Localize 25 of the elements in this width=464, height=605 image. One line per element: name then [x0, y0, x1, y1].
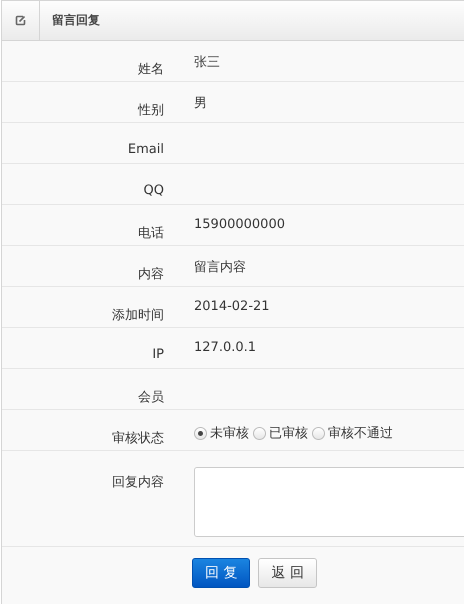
- field-label: 审核状态: [112, 431, 164, 446]
- radio-option[interactable]: 审核不通过: [312, 424, 393, 442]
- field-value: 2014-02-21: [194, 299, 270, 314]
- back-button[interactable]: 返 回: [258, 558, 317, 588]
- radio-option[interactable]: 已审核: [253, 424, 308, 442]
- field-label: 性别: [138, 103, 164, 118]
- field-label: 会员: [138, 390, 164, 405]
- reply-field[interactable]: [194, 467, 464, 537]
- field-label: IP: [152, 347, 164, 362]
- field-label: 内容: [138, 267, 164, 282]
- field-label: 添加时间: [112, 308, 164, 323]
- field-label: 姓名: [138, 62, 164, 77]
- field-value: 留言内容: [194, 260, 246, 275]
- field-label: QQ: [144, 183, 164, 198]
- field-label: 回复内容: [112, 475, 164, 490]
- field-value: 男: [194, 96, 207, 111]
- field-value: 15900000000: [194, 217, 285, 232]
- radio-option[interactable]: 未审核: [194, 424, 249, 442]
- field-value: 张三: [194, 55, 220, 70]
- field-label: Email: [128, 142, 164, 157]
- panel-title: 留言回复: [51, 12, 100, 29]
- field-value: 127.0.0.1: [194, 340, 256, 355]
- edit-icon: [15, 15, 26, 26]
- field-label: 电话: [138, 226, 164, 241]
- reply-button[interactable]: 回 复: [192, 558, 250, 588]
